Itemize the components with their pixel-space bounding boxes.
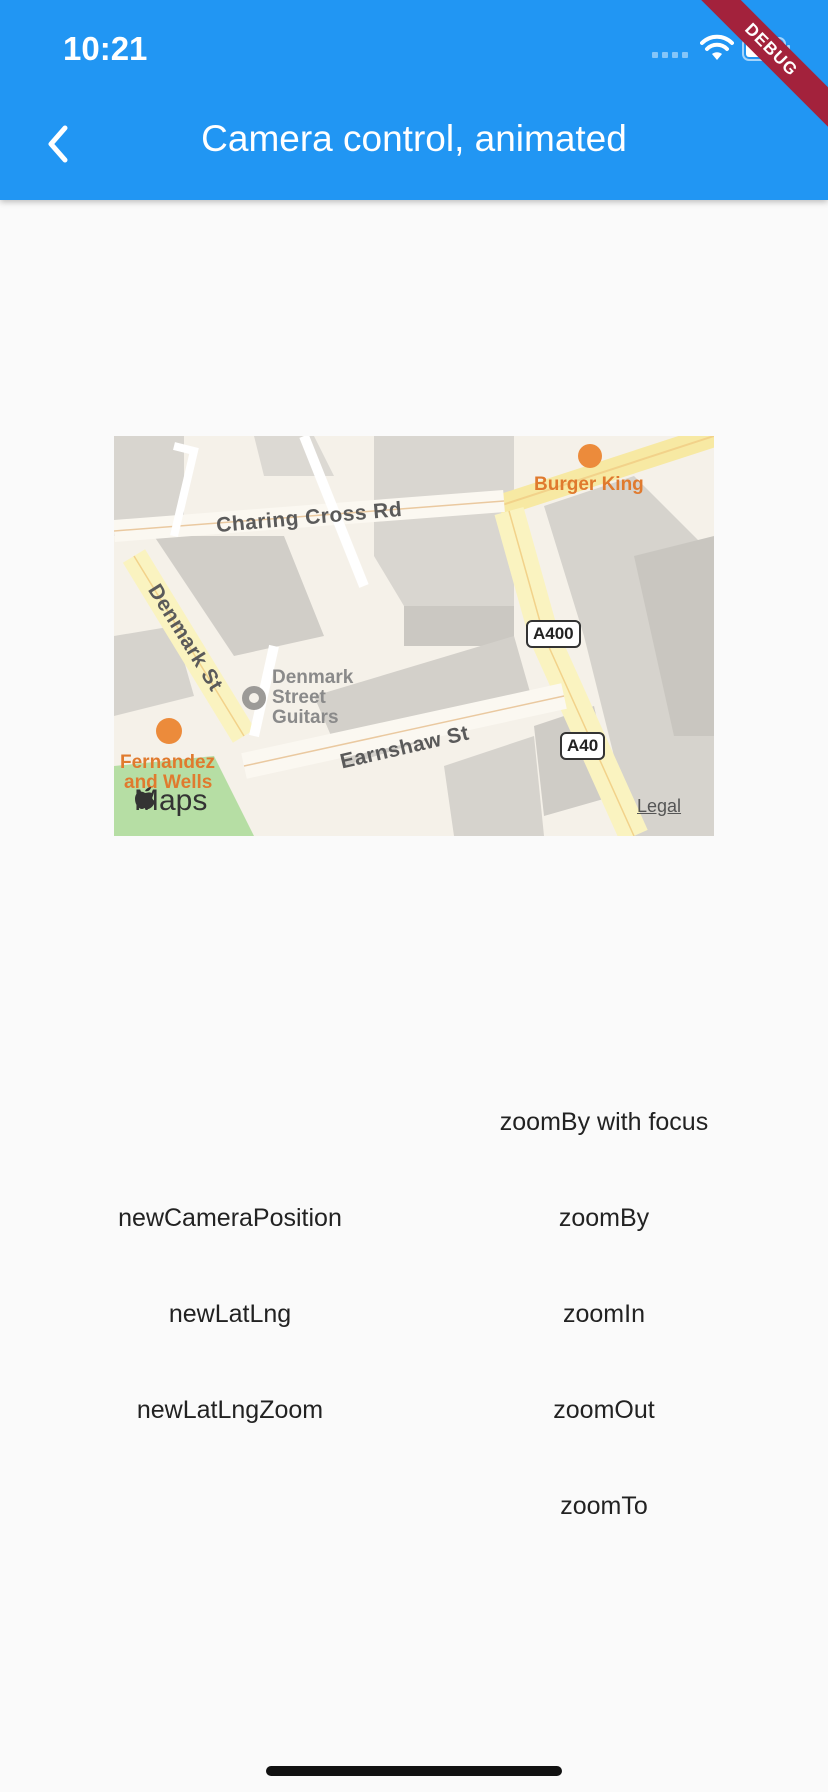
- poi-label[interactable]: Fernandez: [120, 752, 215, 774]
- new-lat-lng-button[interactable]: newLatLng: [100, 1284, 360, 1344]
- new-camera-position-button[interactable]: newCameraPosition: [100, 1188, 360, 1248]
- zoom-out-button[interactable]: zoomOut: [474, 1380, 734, 1440]
- wifi-icon: [700, 34, 734, 60]
- new-lat-lng-zoom-button[interactable]: newLatLngZoom: [100, 1380, 360, 1440]
- zoom-by-button[interactable]: zoomBy: [474, 1188, 734, 1248]
- home-indicator[interactable]: [266, 1766, 562, 1776]
- poi-label[interactable]: Burger King: [534, 474, 644, 496]
- cellular-signal-icon: [652, 52, 688, 58]
- burger-king-marker-icon[interactable]: [578, 444, 602, 468]
- cafe-marker-icon[interactable]: [156, 718, 182, 744]
- zoom-in-button[interactable]: zoomIn: [474, 1284, 734, 1344]
- poi-label[interactable]: Street: [272, 688, 326, 708]
- app-bar: 10:21 Camera control, animated: [0, 0, 828, 200]
- page-title: Camera control, animated: [201, 118, 627, 159]
- maps-logo: Maps: [134, 784, 207, 818]
- poi-label[interactable]: Denmark: [272, 668, 353, 688]
- map-view[interactable]: Charing Cross Rd Denmark St Earnshaw St …: [114, 436, 714, 836]
- battery-icon: [742, 37, 790, 61]
- legal-link[interactable]: Legal: [637, 796, 681, 817]
- zoom-to-button[interactable]: zoomTo: [474, 1476, 734, 1536]
- road-shield: A400: [526, 620, 581, 648]
- road-shield: A40: [560, 732, 606, 760]
- status-time: 10:21: [63, 30, 148, 67]
- zoom-by-with-focus-button[interactable]: zoomBy with focus: [474, 1092, 734, 1152]
- apple-logo-icon: [135, 787, 155, 809]
- poi-label[interactable]: Guitars: [272, 708, 339, 728]
